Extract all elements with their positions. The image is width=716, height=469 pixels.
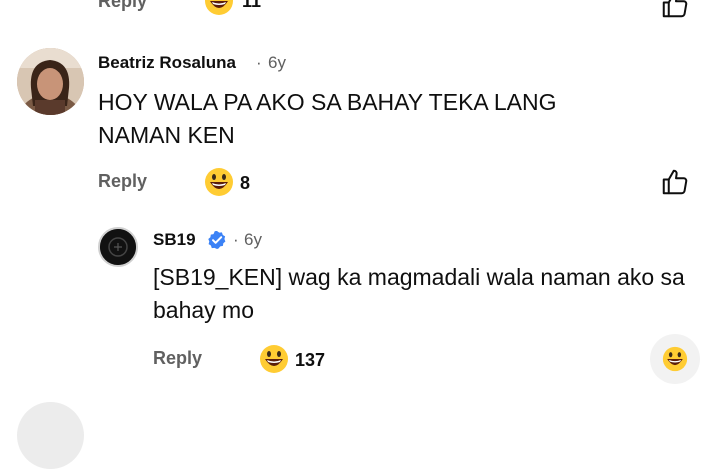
reaction-count: 11 <box>242 0 262 11</box>
reaction-count: 8 <box>240 173 251 193</box>
reply-age[interactable]: 6y <box>244 230 262 250</box>
avatar[interactable] <box>17 48 84 115</box>
add-reaction-button[interactable] <box>650 334 700 384</box>
separator: · <box>256 53 262 72</box>
grinning-face-icon[interactable] <box>259 344 289 374</box>
avatar[interactable] <box>17 402 84 469</box>
reply-button[interactable]: Reply <box>98 171 147 192</box>
grinning-face-icon[interactable] <box>204 167 234 197</box>
reply-text: [SB19_KEN] wag ka magmadali wala naman a… <box>153 264 685 323</box>
comment-age[interactable]: 6y <box>268 53 286 73</box>
grinning-face-icon[interactable] <box>204 0 234 16</box>
reaction-count: 137 <box>295 350 326 370</box>
reply-author[interactable]: SB19 <box>153 230 196 250</box>
separator: · <box>233 230 239 249</box>
verified-badge-icon <box>207 230 227 250</box>
avatar[interactable] <box>98 227 138 267</box>
grinning-face-icon <box>662 346 688 372</box>
comment-author[interactable]: Beatriz Rosaluna <box>98 53 236 73</box>
thumbs-up-icon[interactable] <box>660 0 690 20</box>
comment-text: HOY WALA PA AKO SA BAHAY TEKA LANG NAMAN… <box>98 89 557 148</box>
reply-button[interactable]: Reply <box>98 0 147 12</box>
thumbs-up-icon[interactable] <box>660 167 690 197</box>
reply-button[interactable]: Reply <box>153 348 202 369</box>
